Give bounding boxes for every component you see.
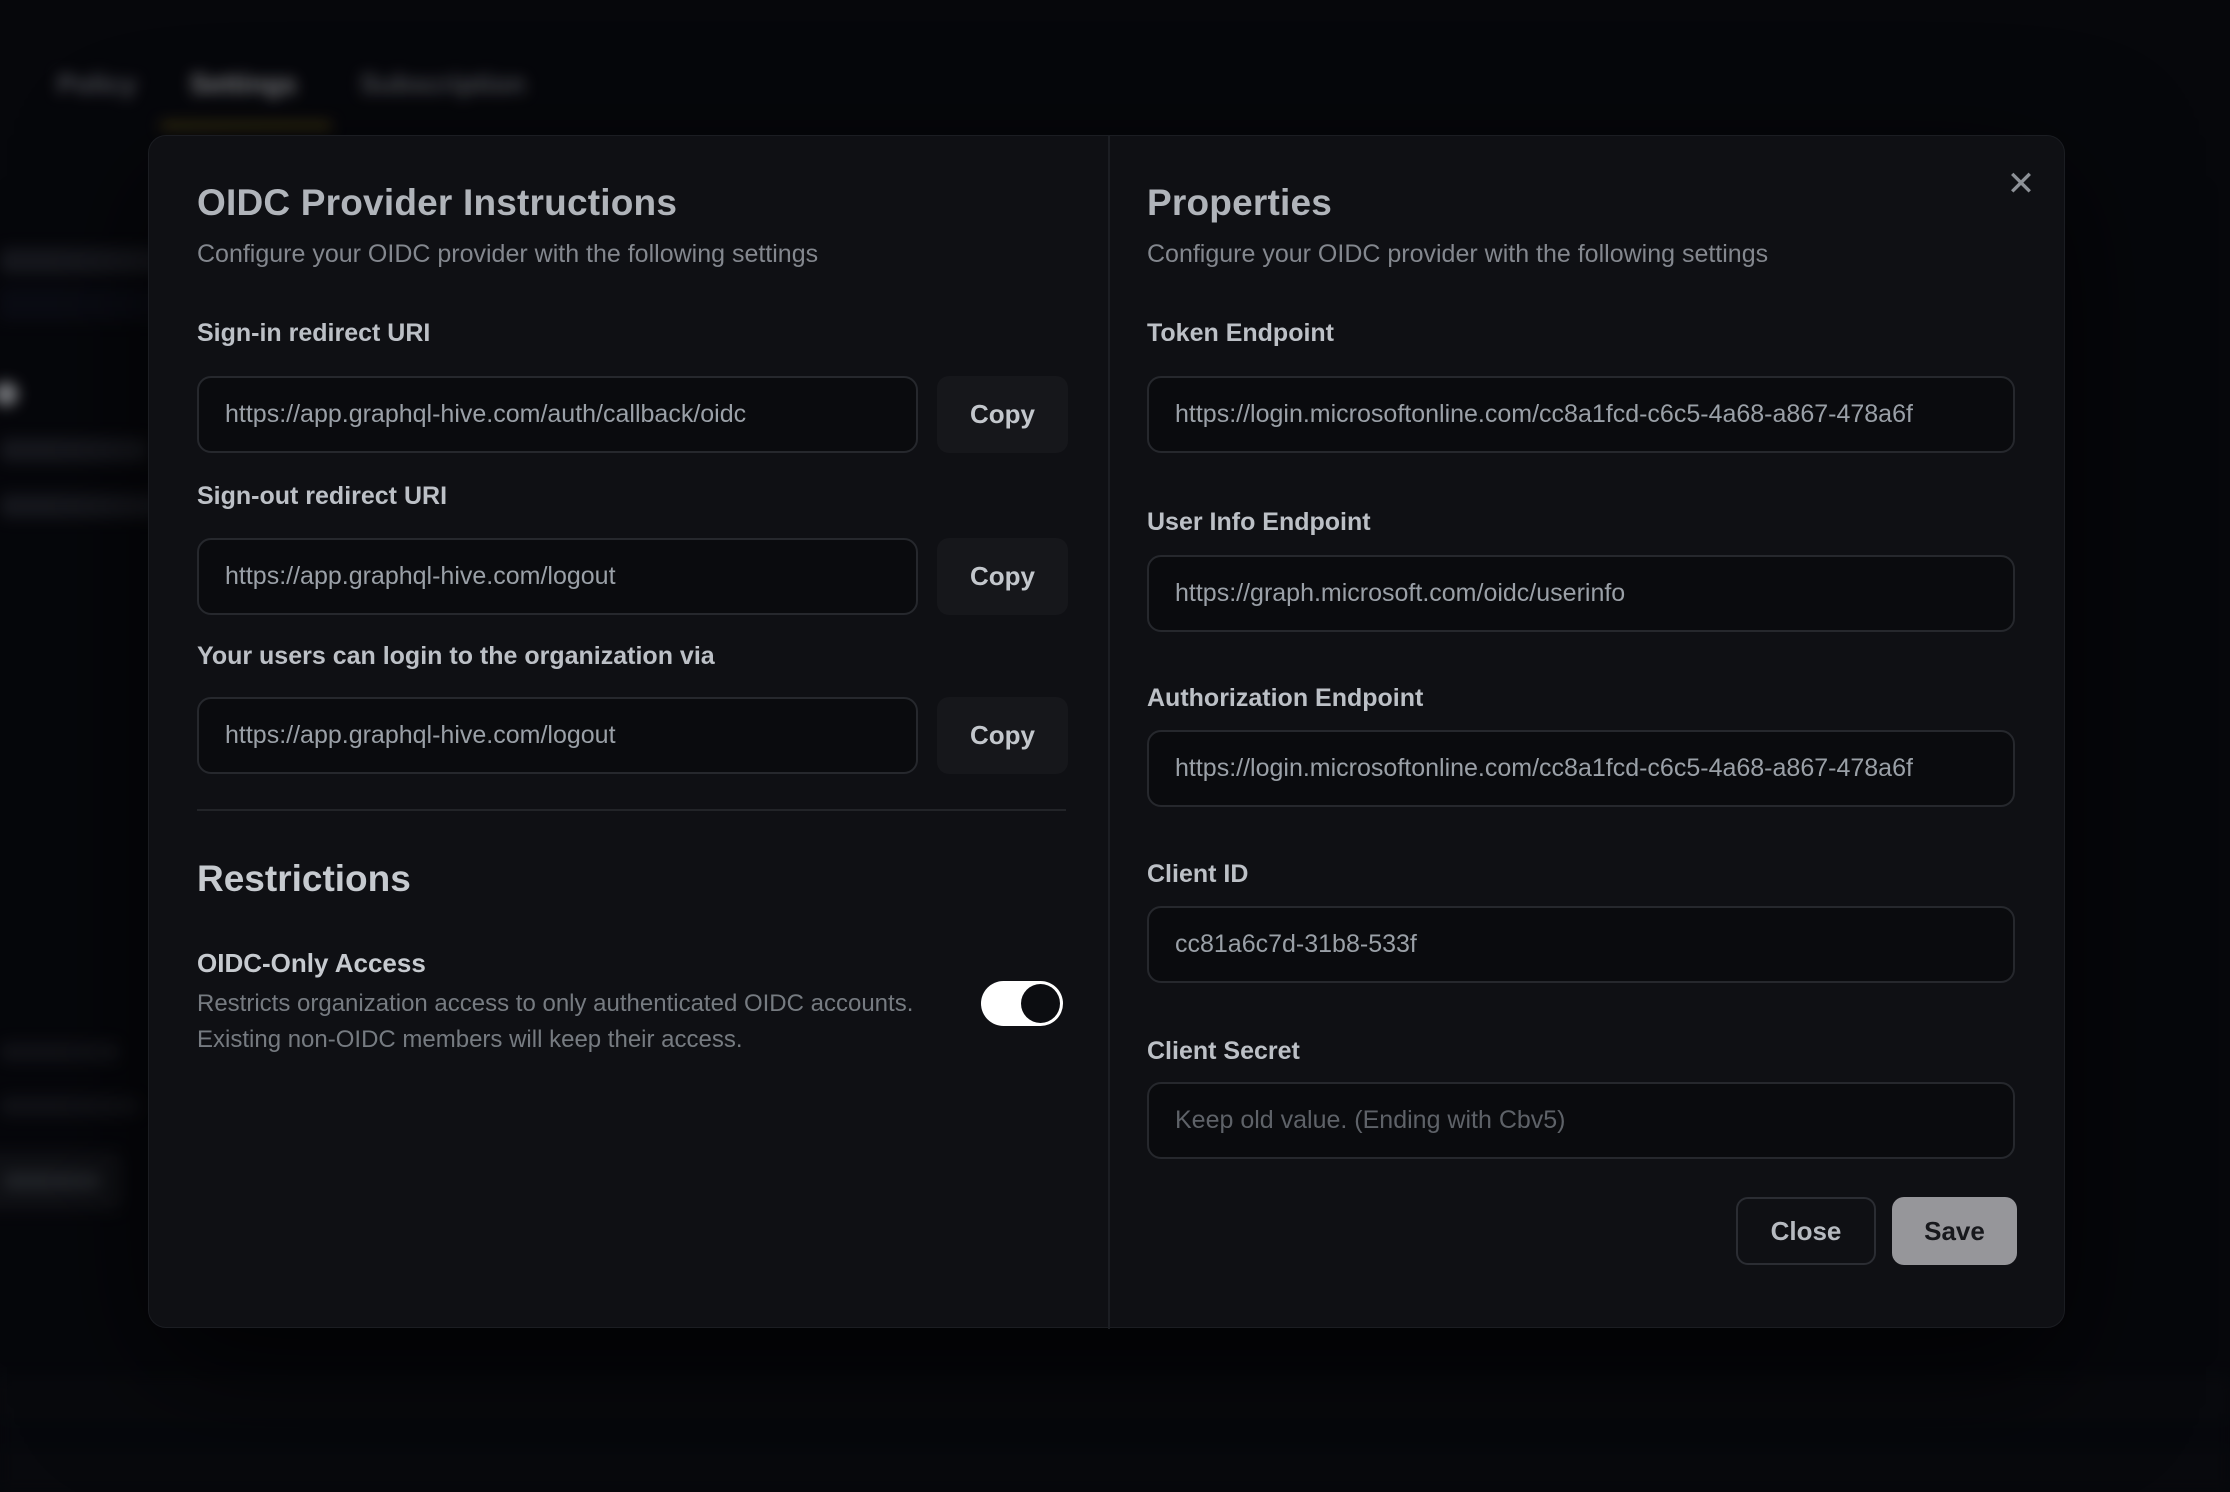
description-line: Restricts organization access to only au…: [197, 986, 913, 1022]
oidc-settings-modal: ✕ OIDC Provider Instructions Configure y…: [148, 135, 2065, 1328]
authorization-endpoint-label: Authorization Endpoint: [1147, 684, 1423, 713]
copy-button[interactable]: Copy: [937, 376, 1068, 453]
userinfo-endpoint-label: User Info Endpoint: [1147, 508, 1371, 537]
authorization-endpoint-input[interactable]: [1147, 730, 2015, 807]
save-button[interactable]: Save: [1892, 1197, 2017, 1265]
instructions-title: OIDC Provider Instructions: [197, 182, 677, 224]
client-id-input[interactable]: [1147, 906, 2015, 983]
token-endpoint-label: Token Endpoint: [1147, 319, 1334, 348]
copy-button[interactable]: Copy: [937, 697, 1068, 774]
close-icon[interactable]: ✕: [1995, 158, 2047, 210]
screen: Policy Settings Subscription ✕ OIDC Prov…: [0, 0, 2230, 1492]
signin-redirect-label: Sign-in redirect URI: [197, 319, 430, 348]
client-secret-input[interactable]: [1147, 1082, 2015, 1159]
login-via-input[interactable]: [197, 697, 918, 774]
signout-redirect-input[interactable]: [197, 538, 918, 615]
close-button[interactable]: Close: [1736, 1197, 1876, 1265]
oidc-only-access-toggle[interactable]: [981, 981, 1063, 1026]
properties-subtitle: Configure your OIDC provider with the fo…: [1147, 240, 1768, 269]
copy-button[interactable]: Copy: [937, 538, 1068, 615]
column-divider: [1108, 136, 1110, 1329]
client-id-label: Client ID: [1147, 860, 1248, 889]
token-endpoint-input[interactable]: [1147, 376, 2015, 453]
client-secret-label: Client Secret: [1147, 1037, 1300, 1066]
signout-redirect-label: Sign-out redirect URI: [197, 482, 447, 511]
login-via-label: Your users can login to the organization…: [197, 642, 715, 671]
description-line: Existing non-OIDC members will keep thei…: [197, 1022, 913, 1058]
oidc-only-access-label: OIDC-Only Access: [197, 948, 426, 979]
restrictions-divider: [197, 809, 1066, 811]
userinfo-endpoint-input[interactable]: [1147, 555, 2015, 632]
oidc-only-access-description: Restricts organization access to only au…: [197, 986, 913, 1058]
properties-title: Properties: [1147, 182, 1332, 224]
restrictions-title: Restrictions: [197, 858, 411, 900]
toggle-knob: [1021, 984, 1060, 1023]
instructions-subtitle: Configure your OIDC provider with the fo…: [197, 240, 818, 269]
signin-redirect-input[interactable]: [197, 376, 918, 453]
